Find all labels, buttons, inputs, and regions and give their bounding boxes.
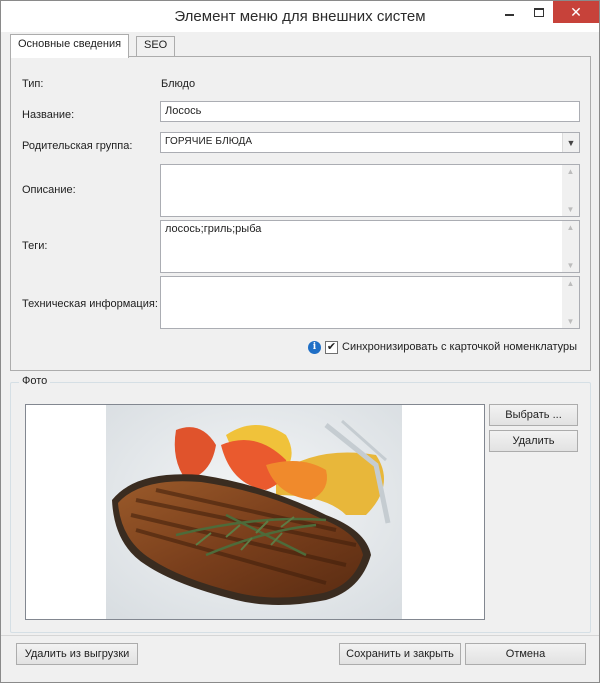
name-label: Название: [22, 109, 75, 121]
tech-info-textarea[interactable]: ▲ ▼ [160, 276, 580, 329]
tab-seo[interactable]: SEO [136, 36, 176, 56]
delete-photo-button[interactable]: Удалить [489, 430, 578, 452]
minimize-button[interactable] [495, 1, 523, 23]
dialog-window: Элемент меню для внешних систем ✕ Основн… [0, 0, 600, 683]
tags-label: Теги: [22, 240, 48, 252]
scroll-down-icon[interactable]: ▼ [562, 317, 579, 326]
description-label: Описание: [22, 184, 76, 196]
tab-general[interactable]: Основные сведения [10, 34, 130, 58]
maximize-icon [534, 7, 544, 17]
save-and-close-button[interactable]: Сохранить и закрыть [339, 643, 461, 665]
cancel-button[interactable]: Отмена [465, 643, 586, 665]
scroll-down-icon[interactable]: ▼ [562, 205, 579, 214]
chevron-down-icon[interactable]: ▼ [562, 133, 579, 152]
checkmark-icon: ✔ [326, 340, 337, 353]
photo-preview [25, 404, 485, 620]
title-bar: Элемент меню для внешних систем ✕ [1, 1, 599, 32]
tags-textarea[interactable]: лосось;гриль;рыба ▲ ▼ [160, 220, 580, 273]
name-input[interactable]: Лосось [160, 101, 580, 122]
maximize-button[interactable] [525, 1, 553, 23]
parent-group-value: ГОРЯЧИЕ БЛЮДА [165, 136, 253, 147]
dish-photo [106, 405, 402, 619]
sync-checkbox[interactable]: ✔ [325, 340, 338, 354]
parent-group-label: Родительская группа: [22, 140, 133, 152]
scroll-up-icon[interactable]: ▲ [562, 223, 579, 232]
photo-group-title: Фото [19, 375, 51, 387]
select-photo-button[interactable]: Выбрать ... [489, 404, 578, 426]
remove-from-export-button[interactable]: Удалить из выгрузки [16, 643, 138, 665]
type-label: Тип: [22, 78, 44, 90]
scroll-up-icon[interactable]: ▲ [562, 167, 579, 176]
tags-text: лосось;гриль;рыба [165, 223, 262, 235]
type-value: Блюдо [161, 78, 196, 90]
scroll-down-icon[interactable]: ▼ [562, 261, 579, 270]
footer-divider [1, 635, 599, 636]
tags-scrollbar[interactable]: ▲ ▼ [562, 221, 579, 272]
general-panel: Тип: Блюдо Название: Лосось Родительская… [10, 56, 591, 371]
info-icon[interactable]: i [308, 340, 321, 354]
description-textarea[interactable]: ▲ ▼ [160, 164, 580, 217]
description-scrollbar[interactable]: ▲ ▼ [562, 165, 579, 216]
tech-info-label: Техническая информация: [22, 298, 158, 310]
minimize-icon [504, 14, 514, 16]
scroll-up-icon[interactable]: ▲ [562, 279, 579, 288]
close-button[interactable]: ✕ [553, 1, 599, 23]
parent-group-select[interactable]: ГОРЯЧИЕ БЛЮДА ▼ [160, 132, 580, 153]
sync-label[interactable]: Синхронизировать с карточкой номенклатур… [342, 341, 577, 353]
tech-info-scrollbar[interactable]: ▲ ▼ [562, 277, 579, 328]
sync-option: i ✔ Синхронизировать с карточкой номенкл… [308, 340, 577, 354]
close-icon: ✕ [570, 3, 582, 20]
